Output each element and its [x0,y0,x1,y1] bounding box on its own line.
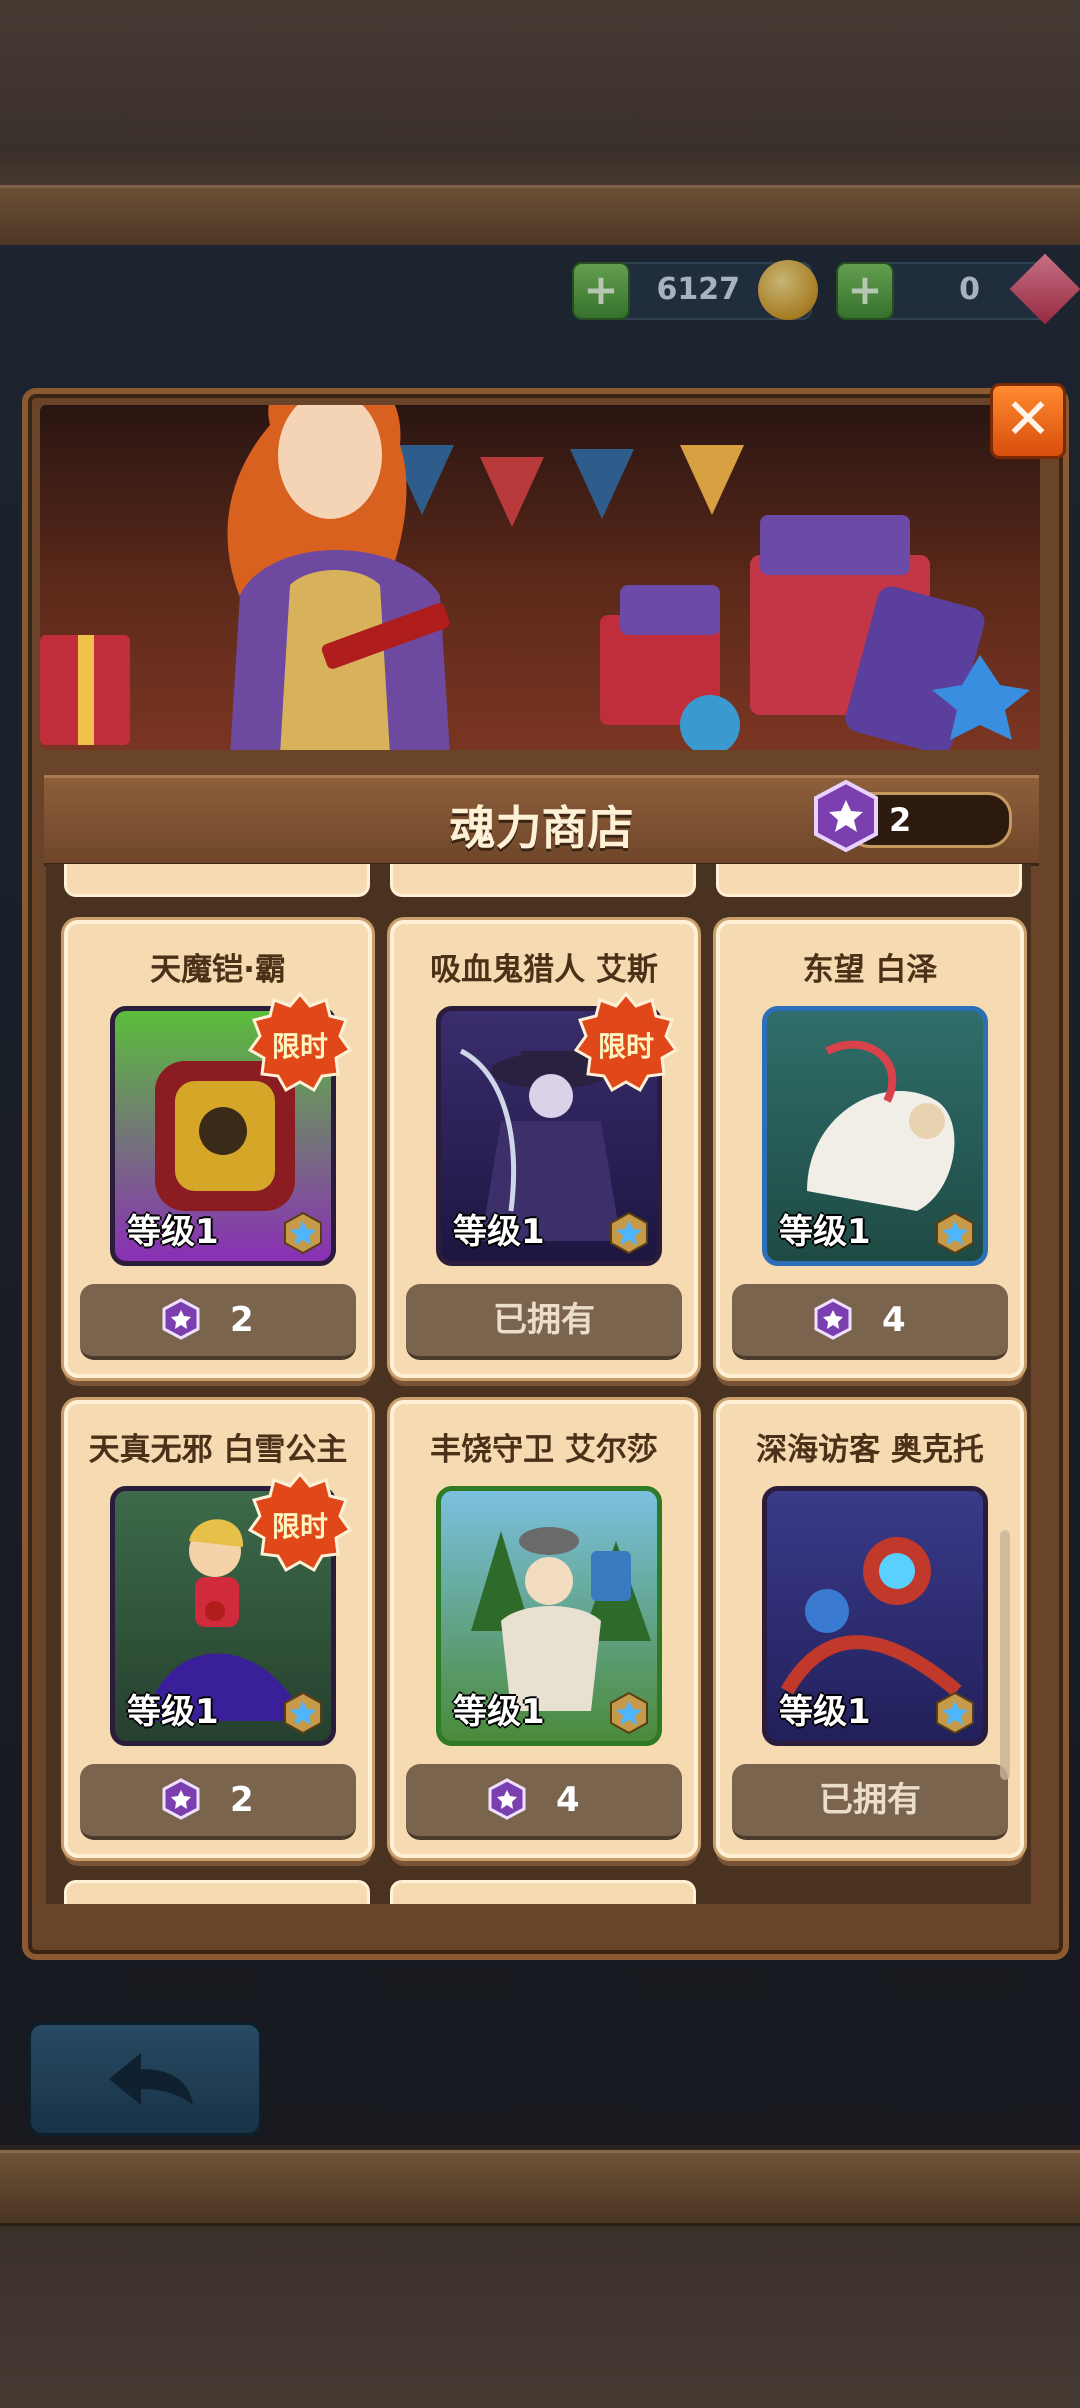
gem-currency-bar: + 0 [836,253,1080,325]
price-button[interactable]: 2 [80,1764,356,1840]
card-partial [390,864,696,897]
price-button[interactable]: 4 [732,1284,1008,1360]
owned-label: 已拥有 [819,1780,921,1820]
owned-button[interactable]: 已拥有 [406,1284,682,1360]
shop-item-card[interactable]: 吸血鬼猎人 艾斯 等级1 限时 已拥有 [390,920,698,1378]
limited-label: 限时 [272,1030,328,1063]
soul-gem-icon [488,1778,526,1820]
item-level: 等级1 [127,1212,219,1252]
gem-amount: 0 [959,272,980,307]
price-button[interactable]: 2 [80,1284,356,1360]
limited-time-badge: 限时 [574,992,678,1093]
item-grid: 天魔铠·霸 等级1 限时 2 吸血鬼猎人 艾斯 等级1 限时 已拥有 东望 白泽… [46,864,1031,1904]
gift-box-art [40,635,130,745]
limited-label: 限时 [598,1030,654,1063]
item-name: 天真无邪 白雪公主 [88,1432,348,1468]
hero-portrait: 等级1 [762,1006,988,1266]
soul-gem-icon [162,1778,200,1820]
star-badge-icon [610,1691,648,1735]
back-arrow-icon [109,2053,193,2105]
item-name: 深海访客 奥克托 [756,1432,984,1468]
close-button[interactable]: ✕ [990,383,1066,459]
soul-gem-icon [814,1298,852,1340]
star-badge-icon [610,1211,648,1255]
owned-button[interactable]: 已拥有 [732,1764,1008,1840]
item-name: 丰饶守卫 艾尔莎 [430,1432,658,1468]
price-button[interactable]: 4 [406,1764,682,1840]
shop-item-card[interactable]: 天真无邪 白雪公主 等级1 限时 2 [64,1400,372,1858]
item-level: 等级1 [453,1212,545,1252]
plus-icon[interactable]: + [572,262,630,320]
item-level: 等级1 [779,1212,871,1252]
card-partial [716,864,1022,897]
shop-banner [40,405,1040,750]
soul-balance: 2 [889,801,912,839]
shop-item-card[interactable]: 东望 白泽 等级1 4 [716,920,1024,1378]
star-badge-icon [284,1211,322,1255]
shop-item-card[interactable]: 天魔铠·霸 等级1 限时 2 [64,920,372,1378]
price-value: 2 [230,1780,254,1820]
bottom-wooden-beam [0,2150,1080,2226]
star-badge-icon [284,1691,322,1735]
hero-portrait: 等级1 [436,1486,662,1746]
owned-label: 已拥有 [493,1300,595,1340]
limited-time-badge: 限时 [248,992,352,1093]
top-wooden-beam [0,185,1080,251]
star-badge-icon [936,1691,974,1735]
soul-gem-icon [814,780,878,852]
back-button[interactable] [28,2022,262,2136]
limited-time-badge: 限时 [248,1472,352,1573]
card-partial [390,1880,696,1904]
gold-currency-bar: + 6127 [572,260,818,320]
gold-amount: 6127 [656,272,741,307]
item-level: 等级1 [453,1692,545,1732]
shop-item-card[interactable]: 丰饶守卫 艾尔莎 等级1 4 [390,1400,698,1858]
merchant-character-art [227,405,450,750]
soul-gem-icon [162,1298,200,1340]
price-value: 4 [882,1300,906,1340]
plus-icon[interactable]: + [836,262,894,320]
shop-item-card[interactable]: 深海访客 奥克托 等级1 已拥有 [716,1400,1024,1858]
card-partial [64,1880,370,1904]
price-value: 2 [230,1300,254,1340]
bottom-background [0,2226,1080,2408]
item-level: 等级1 [127,1692,219,1732]
item-name: 天魔铠·霸 [150,952,286,988]
item-name: 吸血鬼猎人 艾斯 [430,952,658,988]
scrollbar[interactable] [1000,1530,1010,1780]
limited-label: 限时 [272,1510,328,1543]
treasure-pile-art [600,515,1030,750]
close-icon: ✕ [1004,387,1052,452]
card-partial [64,864,370,897]
gold-coin-icon [758,260,818,320]
item-level: 等级1 [779,1692,871,1732]
star-badge-icon [936,1211,974,1255]
price-value: 4 [556,1780,580,1820]
hero-portrait: 等级1 [762,1486,988,1746]
item-name: 东望 白泽 [802,952,938,988]
